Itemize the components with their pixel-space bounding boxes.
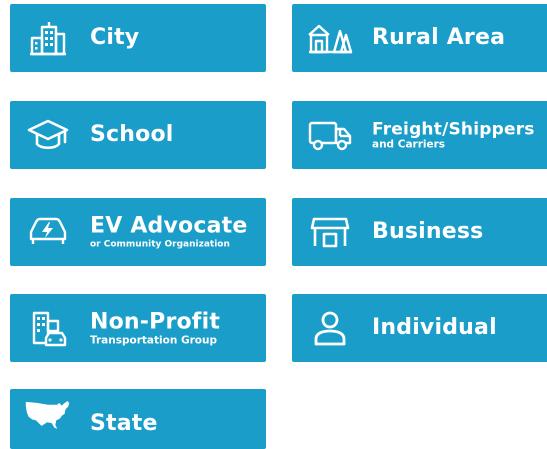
business-tile[interactable]: Business [292, 198, 547, 266]
rural-barn-trees-icon [306, 16, 354, 60]
usa-map-icon [24, 391, 72, 435]
person-icon [306, 306, 354, 350]
freight-shippers-label: Freight/Shippers [372, 119, 535, 140]
city-label: City [90, 25, 140, 50]
city-tile[interactable]: City [10, 4, 266, 72]
school-tile[interactable]: School [10, 101, 266, 169]
city-buildings-icon [24, 16, 72, 60]
freight-shippers-tile[interactable]: Freight/Shippers and Carriers [292, 101, 547, 169]
rural-area-tile[interactable]: Rural Area [292, 4, 547, 72]
state-tile[interactable]: State [10, 389, 266, 449]
graduation-cap-icon [24, 113, 72, 157]
freight-shippers-sublabel: and Carriers [372, 138, 446, 151]
ev-charging-car-icon [24, 210, 72, 254]
non-profit-sublabel: Transportation Group [90, 334, 217, 347]
business-label: Business [372, 219, 484, 244]
non-profit-tile[interactable]: Non-Profit Transportation Group [10, 294, 266, 362]
school-label: School [90, 122, 174, 147]
state-label: State [90, 411, 158, 436]
ev-advocate-tile[interactable]: EV Advocate or Community Organization [10, 198, 266, 266]
storefront-icon [306, 210, 354, 254]
non-profit-label: Non-Profit [90, 309, 221, 335]
delivery-truck-icon [306, 113, 354, 157]
individual-label: Individual [372, 315, 497, 340]
buildings-with-car-icon [24, 306, 72, 350]
ev-advocate-label: EV Advocate [90, 213, 248, 239]
rural-area-label: Rural Area [372, 25, 506, 50]
individual-tile[interactable]: Individual [292, 294, 547, 362]
ev-advocate-sublabel: or Community Organization [90, 239, 230, 250]
